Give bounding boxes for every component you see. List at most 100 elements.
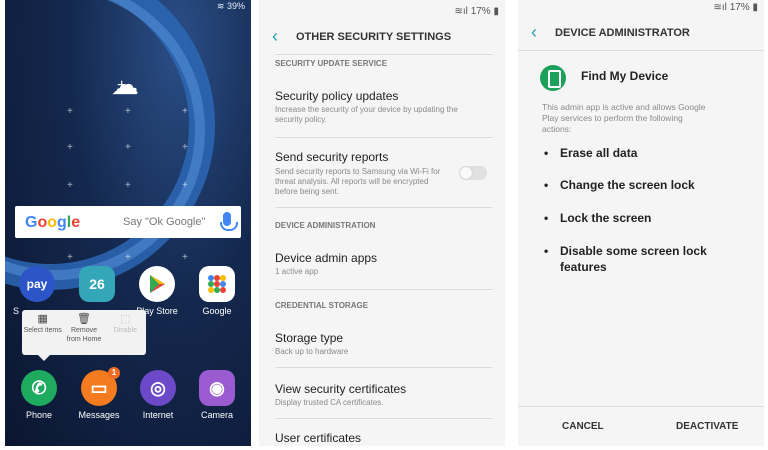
trash-icon: 🗑 [77,313,91,325]
app-context-menu: ▦ Select items 🗑 Remove from Home ⬚ Disable [22,310,146,361]
back-arrow-icon[interactable]: ‹ [272,26,278,47]
wallpaper-wave-highlight [5,0,205,280]
status-bar: ≋ıl 17% ▮ [455,6,499,17]
item-title: Storage type [275,331,344,345]
unread-badge: 1 [108,367,120,379]
item-subtitle: Increase the security of your device by … [275,105,458,124]
battery-text: 17% [470,6,491,17]
item-title: View security certificates [275,382,407,396]
page-title: OTHER SECURITY SETTINGS [296,31,452,43]
phone-icon: ✆ [21,370,57,406]
app-label: Phone [25,410,53,420]
item-title: Security policy updates [275,89,399,103]
battery-icon: ▮ [493,6,499,17]
item-subtitle: 1 active app [275,267,319,276]
grid-dot: + [182,252,188,263]
item-subtitle: Send security reports to Samsung via Wi-… [275,167,441,196]
wifi-icon: ≋ [216,1,225,11]
item-subtitle: Display trusted CA certificates. [275,398,384,407]
app-messages[interactable]: ▭ 1 Messages [75,367,123,420]
add-cloud-icon[interactable]: ☁+ [111,68,148,101]
grid-dot: + [67,180,73,191]
battery-text: 17% [729,2,750,13]
permission-item: • Disable some screen lock features [544,244,707,274]
divider [275,367,493,368]
app-samsung-pay[interactable]: pay S [13,266,61,316]
disable-option: ⬚ Disable [105,310,146,355]
select-items-option[interactable]: ▦ Select items [22,310,63,355]
grid-dot: + [67,142,73,153]
admin-app-name: Find My Device [581,69,669,83]
permission-item: • Lock the screen [544,211,652,225]
divider [275,54,493,55]
security-settings-screen: ≋ıl 17% ▮ ‹ OTHER SECURITY SETTINGS SECU… [259,0,505,446]
permission-item: • Change the screen lock [544,178,695,192]
item-title: User certificates [275,431,362,445]
app-bar: ‹ DEVICE ADMINISTRATOR [518,18,764,48]
divider [275,289,493,290]
disable-icon: ⬚ [120,313,131,325]
permission-item: • Erase all data [544,146,638,160]
wifi-icon: ≋ıl [713,2,727,13]
battery-icon: ▮ [752,2,758,13]
item-title: Send security reports [275,150,389,164]
status-bar: ≋ıl 17% ▮ [714,2,758,13]
grid-dot: + [182,180,188,191]
grid-dot: + [125,142,131,153]
section-header-security-update: SECURITY UPDATE SERVICE [275,59,388,68]
app-label: Camera [200,410,233,420]
remove-from-home-option[interactable]: 🗑 Remove from Home [63,310,104,355]
app-label: Messages [78,410,120,420]
mic-icon[interactable] [220,212,238,231]
app-internet[interactable]: ◎ Internet [134,370,182,420]
play-store-icon [139,266,175,302]
bullet-icon: • [544,146,549,160]
status-bar: ≋ 39% [217,1,245,12]
send-reports-toggle[interactable] [459,166,487,180]
divider [518,50,764,51]
grid-dot: + [67,106,73,117]
deactivate-button[interactable]: DEACTIVATE [676,421,738,432]
divider [275,137,493,138]
page-title: DEVICE ADMINISTRATOR [555,27,690,39]
app-google-folder[interactable]: Google [193,266,241,316]
calendar-icon: 26 [79,266,115,302]
app-play-store[interactable]: Play Store [133,266,181,316]
grid-dot: + [182,142,188,153]
google-logo: Google [25,214,81,231]
battery-text: 39% [226,1,245,11]
item-title: Device admin apps [275,251,378,265]
divider [275,207,493,208]
section-header-credential-storage: CREDENTIAL STORAGE [275,301,369,310]
google-search-widget[interactable]: Google Say "Ok Google" [15,206,241,238]
messages-icon: ▭ 1 [81,367,120,406]
app-label: Internet [142,410,174,420]
grid-dot: + [125,106,131,117]
bullet-icon: • [544,178,549,192]
internet-icon: ◎ [140,370,176,406]
bullet-icon: • [544,244,549,258]
cancel-button[interactable]: CANCEL [562,421,604,432]
section-header-device-administration: DEVICE ADMINISTRATION [275,221,376,230]
app-phone[interactable]: ✆ Phone [15,370,63,420]
find-my-device-icon [540,65,566,91]
bullet-icon: • [544,211,549,225]
wifi-icon: ≋ıl [454,6,468,17]
grid-dot: + [125,252,131,263]
device-administrator-screen: ≋ıl 17% ▮ ‹ DEVICE ADMINISTRATOR Find My… [518,0,764,446]
app-camera[interactable]: ◉ Camera [193,370,241,420]
camera-icon: ◉ [199,370,235,406]
samsung-pay-icon: pay [19,266,55,302]
item-subtitle: Back up to hardware [275,347,349,356]
search-hint: Say "Ok Google" [123,216,206,228]
back-arrow-icon[interactable]: ‹ [531,22,537,43]
app-calendar[interactable]: 26 [73,266,121,302]
select-items-icon: ▦ [37,313,48,325]
admin-description: This admin app is active and allows Goog… [542,102,706,134]
app-bar: ‹ OTHER SECURITY SETTINGS [259,22,505,52]
app-label: Google [202,306,232,316]
grid-dot: + [67,252,73,263]
action-footer: CANCEL DEACTIVATE [518,406,764,446]
home-screen: ≋ 39% ☁+ + + + + + + + + + + + + Google … [5,0,251,446]
google-folder-icon [199,266,235,302]
